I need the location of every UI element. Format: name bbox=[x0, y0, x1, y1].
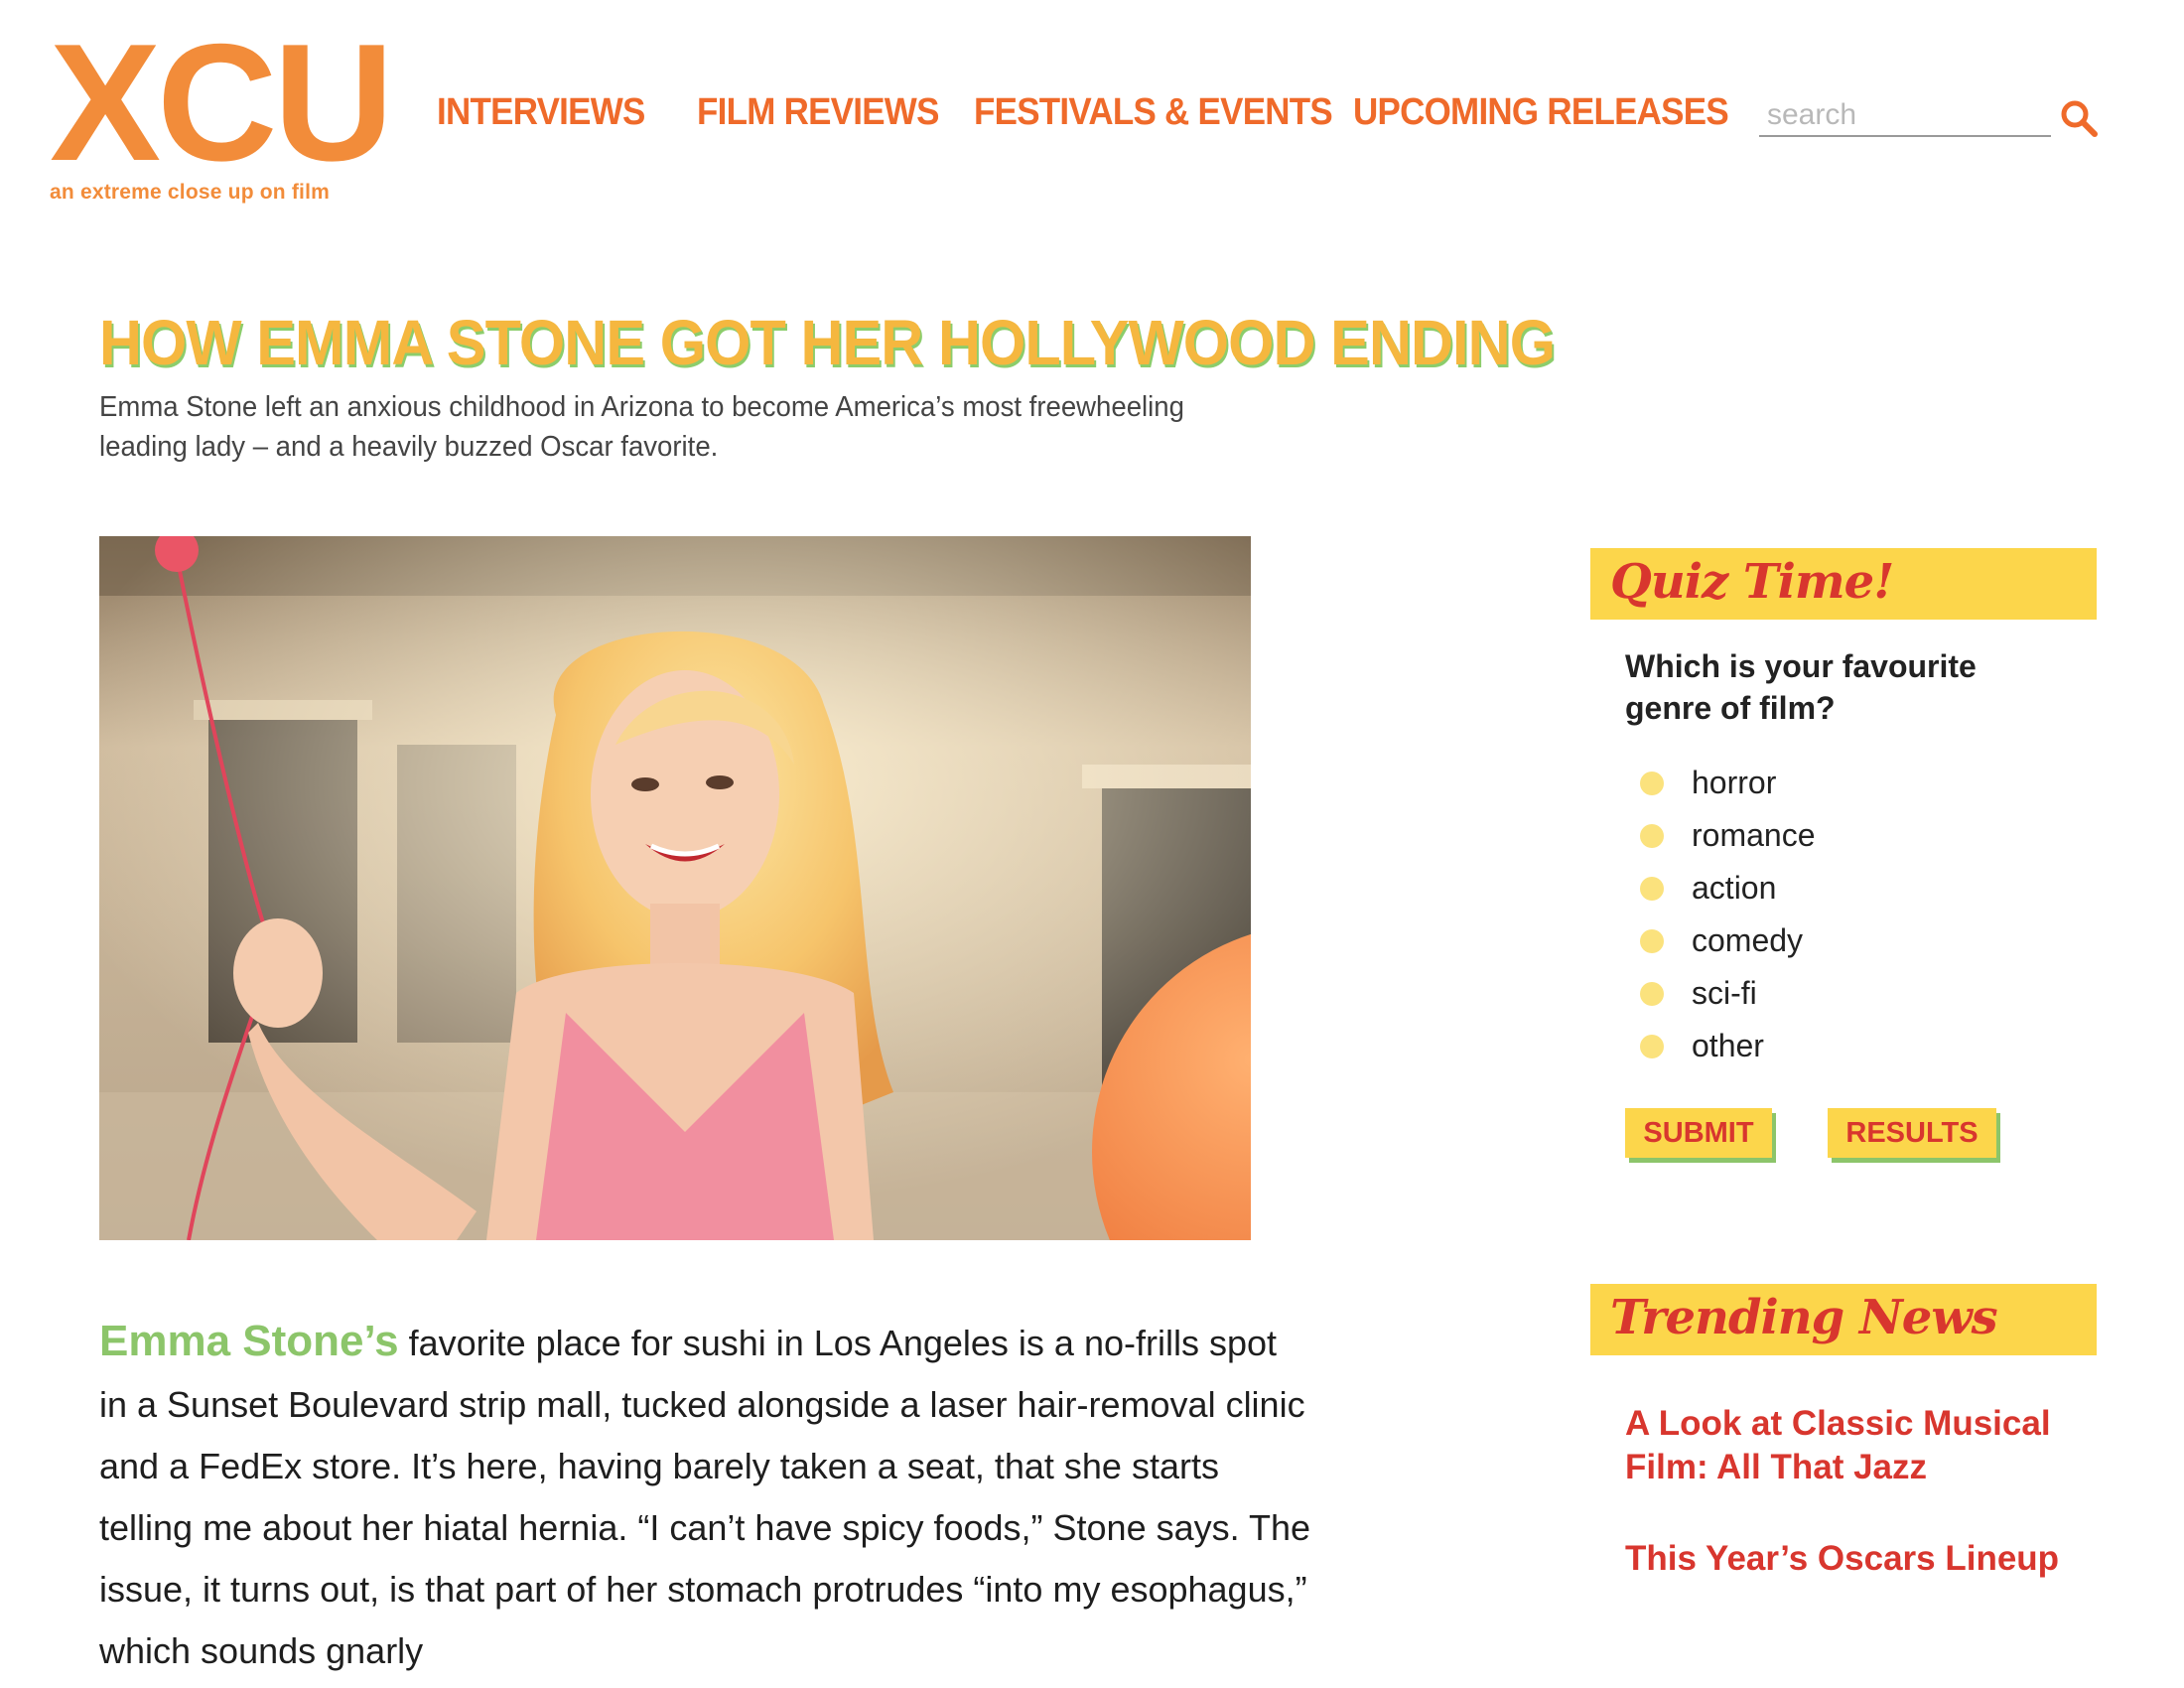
site-logo[interactable]: XCU an extreme close up on film bbox=[50, 9, 394, 205]
quiz-option-label: other bbox=[1692, 1028, 1764, 1063]
trending-header: Trending News bbox=[1590, 1284, 2097, 1355]
radio-button[interactable] bbox=[1640, 771, 1664, 795]
logo-text: XCU bbox=[50, 9, 394, 196]
submit-button[interactable]: SUBMIT bbox=[1625, 1108, 1772, 1158]
quiz-option-horror[interactable]: horror bbox=[1640, 757, 1816, 809]
results-button[interactable]: RESULTS bbox=[1828, 1108, 1996, 1158]
radio-button[interactable] bbox=[1640, 981, 1664, 1006]
article-body-text: favorite place for sushi in Los Angeles … bbox=[99, 1323, 1311, 1671]
search-input[interactable] bbox=[1759, 95, 2051, 137]
quiz-option-romance[interactable]: romance bbox=[1640, 809, 1816, 862]
quiz-header: Quiz Time! bbox=[1590, 548, 2097, 620]
search-icon[interactable] bbox=[2058, 97, 2100, 139]
quiz-options: horror romance action comedy sci-fi othe… bbox=[1640, 757, 1816, 1072]
trending-title: Trending News bbox=[1610, 1290, 1998, 1345]
radio-button[interactable] bbox=[1640, 928, 1664, 953]
article-subhead: Emma Stone left an anxious childhood in … bbox=[99, 391, 1184, 463]
quiz-question: Which is your favourite genre of film? bbox=[1625, 648, 1977, 726]
article-body: Emma Stone’s favorite place for sushi in… bbox=[99, 1311, 1310, 1682]
quiz-title: Quiz Time! bbox=[1610, 554, 1894, 610]
quiz-option-label: sci-fi bbox=[1692, 975, 1757, 1011]
quiz-option-label: horror bbox=[1692, 765, 1777, 800]
article-lead-name: Emma Stone’s bbox=[99, 1317, 399, 1365]
trending-link-musical[interactable]: A Look at Classic Musical Film: All That… bbox=[1625, 1402, 2102, 1489]
radio-button[interactable] bbox=[1640, 823, 1664, 848]
nav-upcoming-releases[interactable]: UPCOMING RELEASES bbox=[1353, 91, 1729, 134]
nav-interviews[interactable]: INTERVIEWS bbox=[437, 91, 645, 134]
quiz-option-sci-fi[interactable]: sci-fi bbox=[1640, 967, 1816, 1020]
nav-festivals-events[interactable]: FESTIVALS & EVENTS bbox=[974, 91, 1333, 134]
quiz-option-action[interactable]: action bbox=[1640, 862, 1816, 914]
radio-button[interactable] bbox=[1640, 1034, 1664, 1058]
radio-button[interactable] bbox=[1640, 876, 1664, 901]
quiz-option-label: romance bbox=[1692, 817, 1816, 853]
nav-film-reviews[interactable]: FILM REVIEWS bbox=[697, 91, 939, 134]
quiz-option-label: comedy bbox=[1692, 922, 1804, 958]
article-headline: HOW EMMA STONE GOT HER HOLLYWOOD ENDING bbox=[99, 307, 1556, 378]
article-hero-image bbox=[99, 536, 1251, 1240]
quiz-option-other[interactable]: other bbox=[1640, 1020, 1816, 1072]
trending-link-oscars[interactable]: This Year’s Oscars Lineup bbox=[1625, 1537, 2102, 1581]
quiz-option-label: action bbox=[1692, 870, 1777, 906]
quiz-option-comedy[interactable]: comedy bbox=[1640, 914, 1816, 967]
